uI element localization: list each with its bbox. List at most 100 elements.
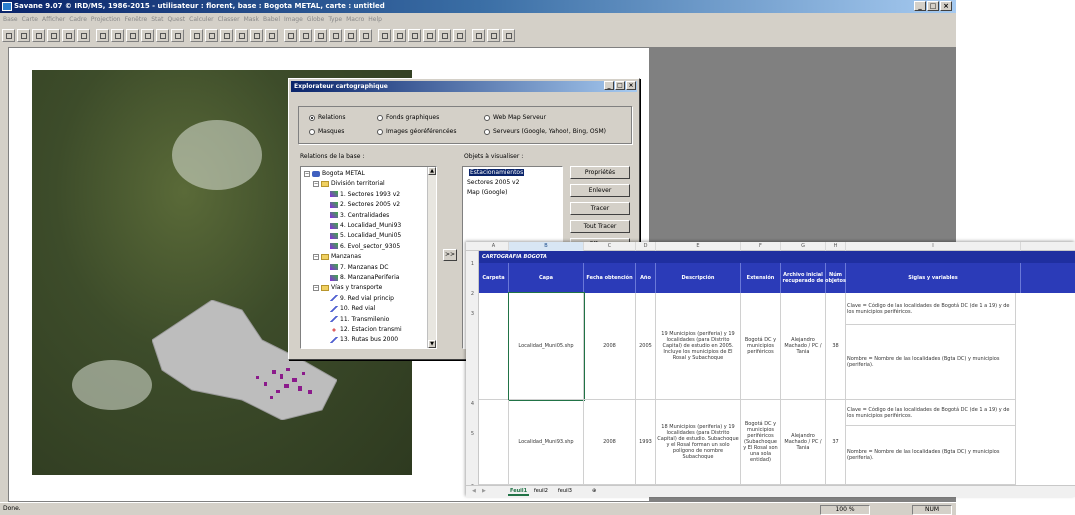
radio-option[interactable]: Relations <box>309 114 346 121</box>
radio-button-icon[interactable] <box>377 114 383 121</box>
scroll-up-arrow-icon[interactable]: ▲ <box>428 167 436 175</box>
refresh-tool-button[interactable] <box>250 28 263 42</box>
table-cell[interactable] <box>479 293 509 400</box>
header-cell[interactable]: Año <box>636 263 656 293</box>
export-tool-button[interactable] <box>408 28 421 42</box>
explorer-minimize-button[interactable]: _ <box>604 81 614 90</box>
header-cell[interactable]: Extensión <box>741 263 781 293</box>
copy-tool-button[interactable] <box>126 28 139 42</box>
radio-option[interactable]: Serveurs (Google, Yahoo!, Bing, OSM) <box>484 128 606 135</box>
menu-item-globe[interactable]: Globe <box>307 14 325 25</box>
pan-tool-button[interactable] <box>235 28 248 42</box>
close-button[interactable]: × <box>940 1 952 11</box>
menu-item-babel[interactable]: Babel <box>263 14 280 25</box>
table-cell[interactable]: 1993 <box>636 400 656 485</box>
measure-tool-button[interactable] <box>299 28 312 42</box>
row-header[interactable]: 3 <box>466 311 479 317</box>
sheet-title-cell[interactable]: CARTOGRAFIA BOGOTA <box>479 251 1075 263</box>
text-tool-button[interactable] <box>378 28 391 42</box>
radio-option[interactable]: Masques <box>309 128 344 135</box>
column-header-a[interactable]: A <box>479 242 509 251</box>
draw-all-button[interactable]: Tout Tracer <box>570 220 630 233</box>
menu-item-calculer[interactable]: Calculer <box>189 14 213 25</box>
tree-scrollbar[interactable]: ▲ ▼ <box>427 167 436 348</box>
row-header[interactable]: 5 <box>466 431 479 437</box>
table-cell[interactable]: Localidad_Muni05.shp <box>508 292 585 401</box>
scroll-down-arrow-icon[interactable]: ▼ <box>428 340 436 348</box>
table-tool-button[interactable] <box>96 28 109 42</box>
table-cell[interactable]: Bogotá DC y municipios periféricos (Suba… <box>741 400 781 485</box>
column-header-i[interactable]: I <box>846 242 1021 251</box>
tree-item[interactable]: 6. Evol_sector_9305 <box>322 243 400 250</box>
table-cell[interactable]: Localidad_Muni93.shp <box>509 400 584 485</box>
tree-item[interactable]: 1. Sectores 1993 v2 <box>322 191 400 198</box>
header-cell[interactable]: Siglas y variables <box>846 263 1021 293</box>
object-item[interactable]: Map (Google) <box>465 189 507 196</box>
tree-item[interactable]: 13. Rutas bus 2000 <box>322 336 398 343</box>
draw-tool-button[interactable] <box>393 28 406 42</box>
table-cell[interactable]: Alejandro Machado / PC / Tania <box>781 400 826 485</box>
table-cell[interactable]: Clave = Código de las localidades de Bog… <box>846 293 1016 325</box>
header-cell[interactable]: Núm objetos <box>825 263 846 293</box>
save-as-tool-button[interactable] <box>62 28 75 42</box>
menu-item-cadre[interactable]: Cadre <box>69 14 87 25</box>
tree-expander-icon[interactable]: − <box>313 253 319 260</box>
tree-item[interactable]: 5. Localidad_Muni05 <box>322 232 401 239</box>
explorer-close-button[interactable]: × <box>626 81 636 90</box>
menu-item-mask[interactable]: Mask <box>244 14 259 25</box>
column-header-h[interactable]: H <box>826 242 846 251</box>
tree-item[interactable]: − Bogota METAL <box>304 170 365 177</box>
zoom-box-tool-button[interactable] <box>17 28 30 42</box>
close-tool-button[interactable] <box>32 28 45 42</box>
header-cell[interactable]: Descripción <box>656 263 741 293</box>
table-cell[interactable]: Nombre = Nombre de las localidades (Bgta… <box>846 426 1016 485</box>
tree-expander-icon[interactable]: − <box>313 180 319 187</box>
tree-item[interactable]: 8. ManzanaPeriferia <box>322 274 399 281</box>
pointer-tool-button[interactable] <box>265 28 278 42</box>
menu-item-macro[interactable]: Macro <box>346 14 364 25</box>
filter-tool-button[interactable] <box>438 28 451 42</box>
header-cell[interactable]: Capa <box>509 263 584 293</box>
row-header[interactable]: 2 <box>466 291 479 297</box>
scale-tool-button[interactable] <box>359 28 372 42</box>
menu-item-stat[interactable]: Stat <box>151 14 163 25</box>
radio-button-icon[interactable] <box>484 128 490 135</box>
tree-item[interactable]: 4. Localidad_Muni93 <box>322 222 401 229</box>
tree-item[interactable]: 3. Centralidades <box>322 212 389 219</box>
explorer-maximize-button[interactable]: □ <box>615 81 625 90</box>
tree-item[interactable]: 10. Red vial <box>322 305 375 312</box>
table-cell[interactable]: Alejandro Machado / PC / Tania <box>781 293 826 400</box>
menu-item-base[interactable]: Base <box>3 14 18 25</box>
menu-item-afficher[interactable]: Afficher <box>42 14 65 25</box>
tree-expander-icon[interactable]: − <box>313 284 319 291</box>
tab-nav-next-icon[interactable]: ▶ <box>480 487 488 496</box>
row-header[interactable]: 1 <box>466 261 479 267</box>
remove-button[interactable]: Enlever <box>570 184 630 197</box>
radio-option[interactable]: Web Map Serveur <box>484 114 546 121</box>
radio-option[interactable]: Images géoréférencées <box>377 128 456 135</box>
table-cell[interactable]: 2008 <box>584 400 636 485</box>
grid-tool-button[interactable] <box>344 28 357 42</box>
add-object-button[interactable]: >> <box>443 249 457 261</box>
paste-tool-button[interactable] <box>141 28 154 42</box>
table-cell[interactable]: Nombre = Nombre de las localidades (Bgta… <box>846 325 1016 400</box>
tab-sheet-2[interactable]: feuil2 <box>532 487 550 496</box>
table-cell[interactable]: 38 <box>826 293 846 400</box>
properties-button[interactable]: Propriétés <box>570 166 630 179</box>
table-cell[interactable]: 2005 <box>636 293 656 400</box>
redo-tool-button[interactable] <box>190 28 203 42</box>
sum-tool-button[interactable] <box>453 28 466 42</box>
graph-tool-button[interactable] <box>111 28 124 42</box>
calc-tool-button[interactable] <box>423 28 436 42</box>
legend-tool-button[interactable] <box>329 28 342 42</box>
table-cell[interactable] <box>479 400 509 485</box>
maximize-button[interactable]: □ <box>927 1 939 11</box>
header-cell[interactable]: Carpeta <box>479 263 509 293</box>
column-header-e[interactable]: E <box>656 242 741 251</box>
table-cell[interactable]: 19 Municipios (periferia) y 19 localidad… <box>656 293 741 400</box>
undo-tool-button[interactable] <box>171 28 184 42</box>
layer-tool-button[interactable] <box>314 28 327 42</box>
column-header-g[interactable]: G <box>781 242 826 251</box>
tab-nav-prev-icon[interactable]: ◀ <box>470 487 478 496</box>
column-header-d[interactable]: D <box>636 242 656 251</box>
